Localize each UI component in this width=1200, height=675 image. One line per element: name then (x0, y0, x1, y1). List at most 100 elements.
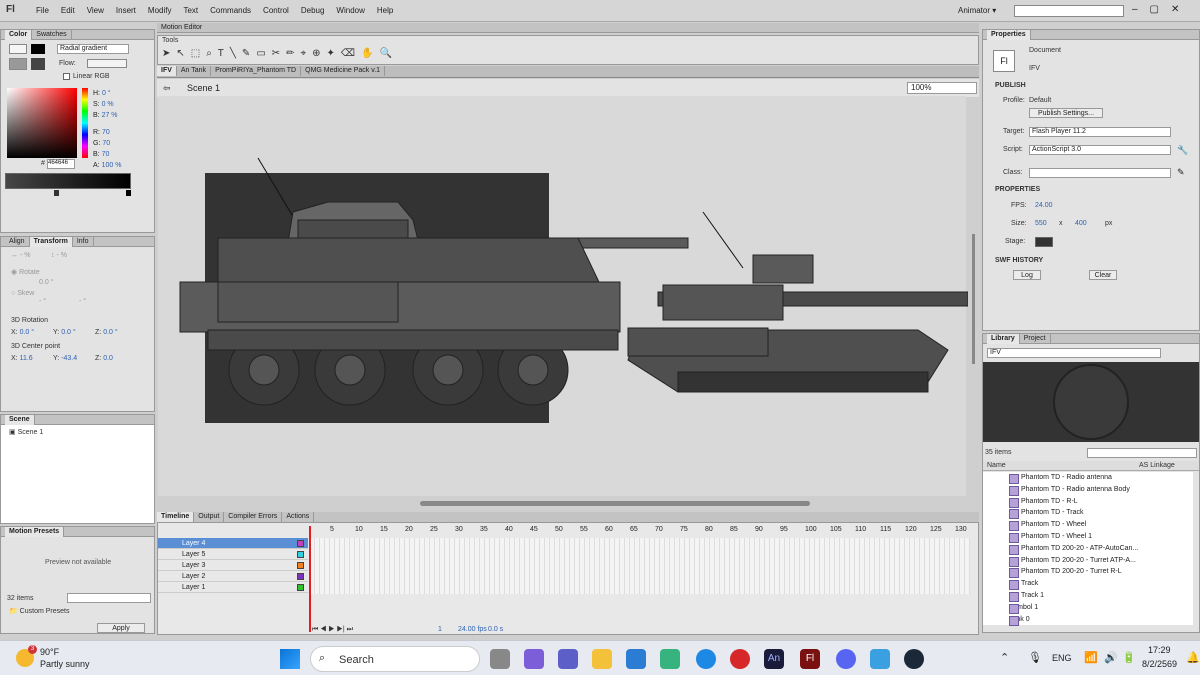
chevron-up-icon[interactable]: ⌃ (1000, 651, 1009, 664)
list-item[interactable]: Phantom TD 200-20 - Turret ATP-A... (983, 555, 1193, 567)
list-item[interactable]: Phantom TD - Wheel (983, 519, 1193, 531)
teams-icon[interactable] (558, 649, 578, 669)
class-input[interactable] (1029, 168, 1171, 178)
list-item[interactable]: Phantom TD - Wheel 1 (983, 531, 1193, 543)
frame-ruler[interactable]: 5 10 15 20 25 30 35 40 45 50 55 60 65 70 75 80 85 90 95 100… (310, 526, 970, 536)
fps-value[interactable]: 24.00 (1035, 202, 1053, 209)
fill-type-select[interactable]: Radial gradient (57, 44, 129, 54)
menu-window[interactable]: Window (330, 6, 370, 15)
doc-tab[interactable]: PromPiRIYa_Phantom TD (211, 66, 302, 76)
artwork[interactable] (158, 150, 968, 410)
tab-output[interactable]: Output (194, 512, 225, 522)
presets-search-input[interactable] (67, 593, 151, 603)
layer-row[interactable]: Layer 2 (158, 571, 308, 582)
clock-date[interactable]: 8/2/2569 (1142, 659, 1177, 669)
rotate-radio[interactable]: ◉ Rotate (11, 268, 40, 276)
list-item[interactable]: Phantom TD - R-L (983, 496, 1193, 508)
fps-readout[interactable]: 24.00 fps (458, 626, 487, 633)
clock-time[interactable]: 17:29 (1148, 645, 1171, 655)
tool-icons[interactable]: ➤↖⬚⌕T╲✎▭✂✏⌖⊕✦⌫✋🔍 (162, 48, 582, 62)
tab-compiler-errors[interactable]: Compiler Errors (224, 512, 283, 522)
g-value[interactable]: 70 (102, 140, 110, 147)
stroke-swatch[interactable] (31, 44, 45, 54)
media-icon[interactable] (660, 649, 680, 669)
skew-radio[interactable]: ○ Skew (11, 290, 34, 297)
list-item[interactable]: Phantom TD - Radio antenna Body (983, 484, 1193, 496)
discord-icon[interactable] (836, 649, 856, 669)
gradient-stop[interactable] (54, 190, 59, 196)
taskbar-search[interactable]: ⌕ Search (310, 646, 480, 672)
microphone-icon[interactable]: 🎙 (1028, 651, 1042, 664)
tab-timeline[interactable]: Timeline (157, 512, 195, 522)
clear-button[interactable]: Clear (1089, 270, 1117, 280)
menu-file[interactable]: File (30, 6, 55, 15)
hex-input[interactable]: 464646 (47, 159, 75, 169)
menu-view[interactable]: View (81, 6, 110, 15)
list-item[interactable]: Track 1 (983, 590, 1193, 602)
vertical-scrollbar[interactable] (972, 234, 975, 364)
copilot-icon[interactable] (524, 649, 544, 669)
menu-control[interactable]: Control (257, 6, 295, 15)
flow-buttons[interactable] (87, 59, 127, 68)
height-value[interactable]: 400 (1075, 220, 1087, 227)
s-value[interactable]: 0 % (102, 101, 114, 108)
menu-debug[interactable]: Debug (295, 6, 331, 15)
tab-actions[interactable]: Actions (282, 512, 315, 522)
linear-rgb-checkbox[interactable] (63, 73, 70, 80)
width-value[interactable]: 550 (1035, 220, 1047, 227)
horizontal-scrollbar[interactable] (420, 501, 810, 506)
edge-icon[interactable] (696, 649, 716, 669)
hue-slider[interactable] (82, 88, 88, 158)
tab-color[interactable]: Color (5, 30, 33, 40)
list-item[interactable]: Track (983, 578, 1193, 590)
fill-color-icon[interactable] (9, 58, 27, 70)
library-search-input[interactable] (1087, 448, 1197, 458)
tab-library[interactable]: Library (987, 334, 1020, 344)
help-search-input[interactable] (1014, 5, 1124, 17)
color-picker[interactable] (7, 88, 77, 158)
wrench-icon[interactable]: 🔧 (1177, 145, 1188, 156)
menu-edit[interactable]: Edit (55, 6, 81, 15)
battery-icon[interactable]: 🔋 (1122, 651, 1136, 664)
volume-icon[interactable]: 🔊 (1104, 651, 1118, 664)
layer-row[interactable]: Layer 5 (158, 549, 308, 560)
list-item[interactable]: Tank 0 (983, 614, 1193, 626)
pencil-icon[interactable]: ✎ (1177, 167, 1185, 178)
store-icon[interactable] (626, 649, 646, 669)
opera-icon[interactable] (730, 649, 750, 669)
task-view-icon[interactable] (490, 649, 510, 669)
list-item[interactable]: Phantom TD - Radio antenna (983, 472, 1193, 484)
playhead[interactable] (309, 526, 311, 632)
list-item[interactable]: Symbol 1 (983, 602, 1193, 614)
menu-insert[interactable]: Insert (110, 6, 142, 15)
list-item[interactable]: Phantom TD 200-20 - Turret R-L (983, 566, 1193, 579)
wifi-icon[interactable]: 📶 (1084, 651, 1098, 664)
layer-row[interactable]: Layer 4 (158, 538, 308, 549)
menu-modify[interactable]: Modify (142, 6, 178, 15)
frame-grid[interactable] (310, 538, 970, 594)
list-item[interactable]: Phantom TD 200-20 - ATP-AutoCan... (983, 543, 1193, 555)
blue-value[interactable]: 70 (102, 151, 110, 158)
doc-tab[interactable]: IFV (157, 66, 177, 76)
file-explorer-icon[interactable] (592, 649, 612, 669)
menu-help[interactable]: Help (371, 6, 399, 15)
breadcrumb[interactable]: Scene 1 (187, 83, 220, 93)
fill-swatch[interactable] (31, 58, 45, 70)
tab-transform[interactable]: Transform (29, 237, 73, 247)
list-item[interactable]: Phantom TD - Track (983, 507, 1193, 520)
menu-commands[interactable]: Commands (204, 6, 257, 15)
tab-project[interactable]: Project (1020, 334, 1051, 344)
apply-button[interactable]: Apply (97, 623, 145, 633)
script-select[interactable]: ActionScript 3.0 (1029, 145, 1171, 155)
gradient-stop[interactable] (126, 190, 131, 196)
custom-presets-folder[interactable]: 📁 Custom Presets (9, 607, 69, 615)
doc-tab[interactable]: An Tank (177, 66, 212, 76)
r-value[interactable]: 70 (102, 129, 110, 136)
b-value[interactable]: 27 % (102, 112, 118, 119)
tab-swatches[interactable]: Swatches (32, 30, 72, 40)
notification-icon[interactable]: 🔔 (1186, 651, 1200, 664)
workspace-switcher[interactable]: Animator (958, 6, 996, 15)
flash-icon[interactable]: Fl (800, 649, 820, 669)
scene-item[interactable]: ▣ Scene 1 (9, 428, 43, 436)
menu-text[interactable]: Text (177, 6, 204, 15)
